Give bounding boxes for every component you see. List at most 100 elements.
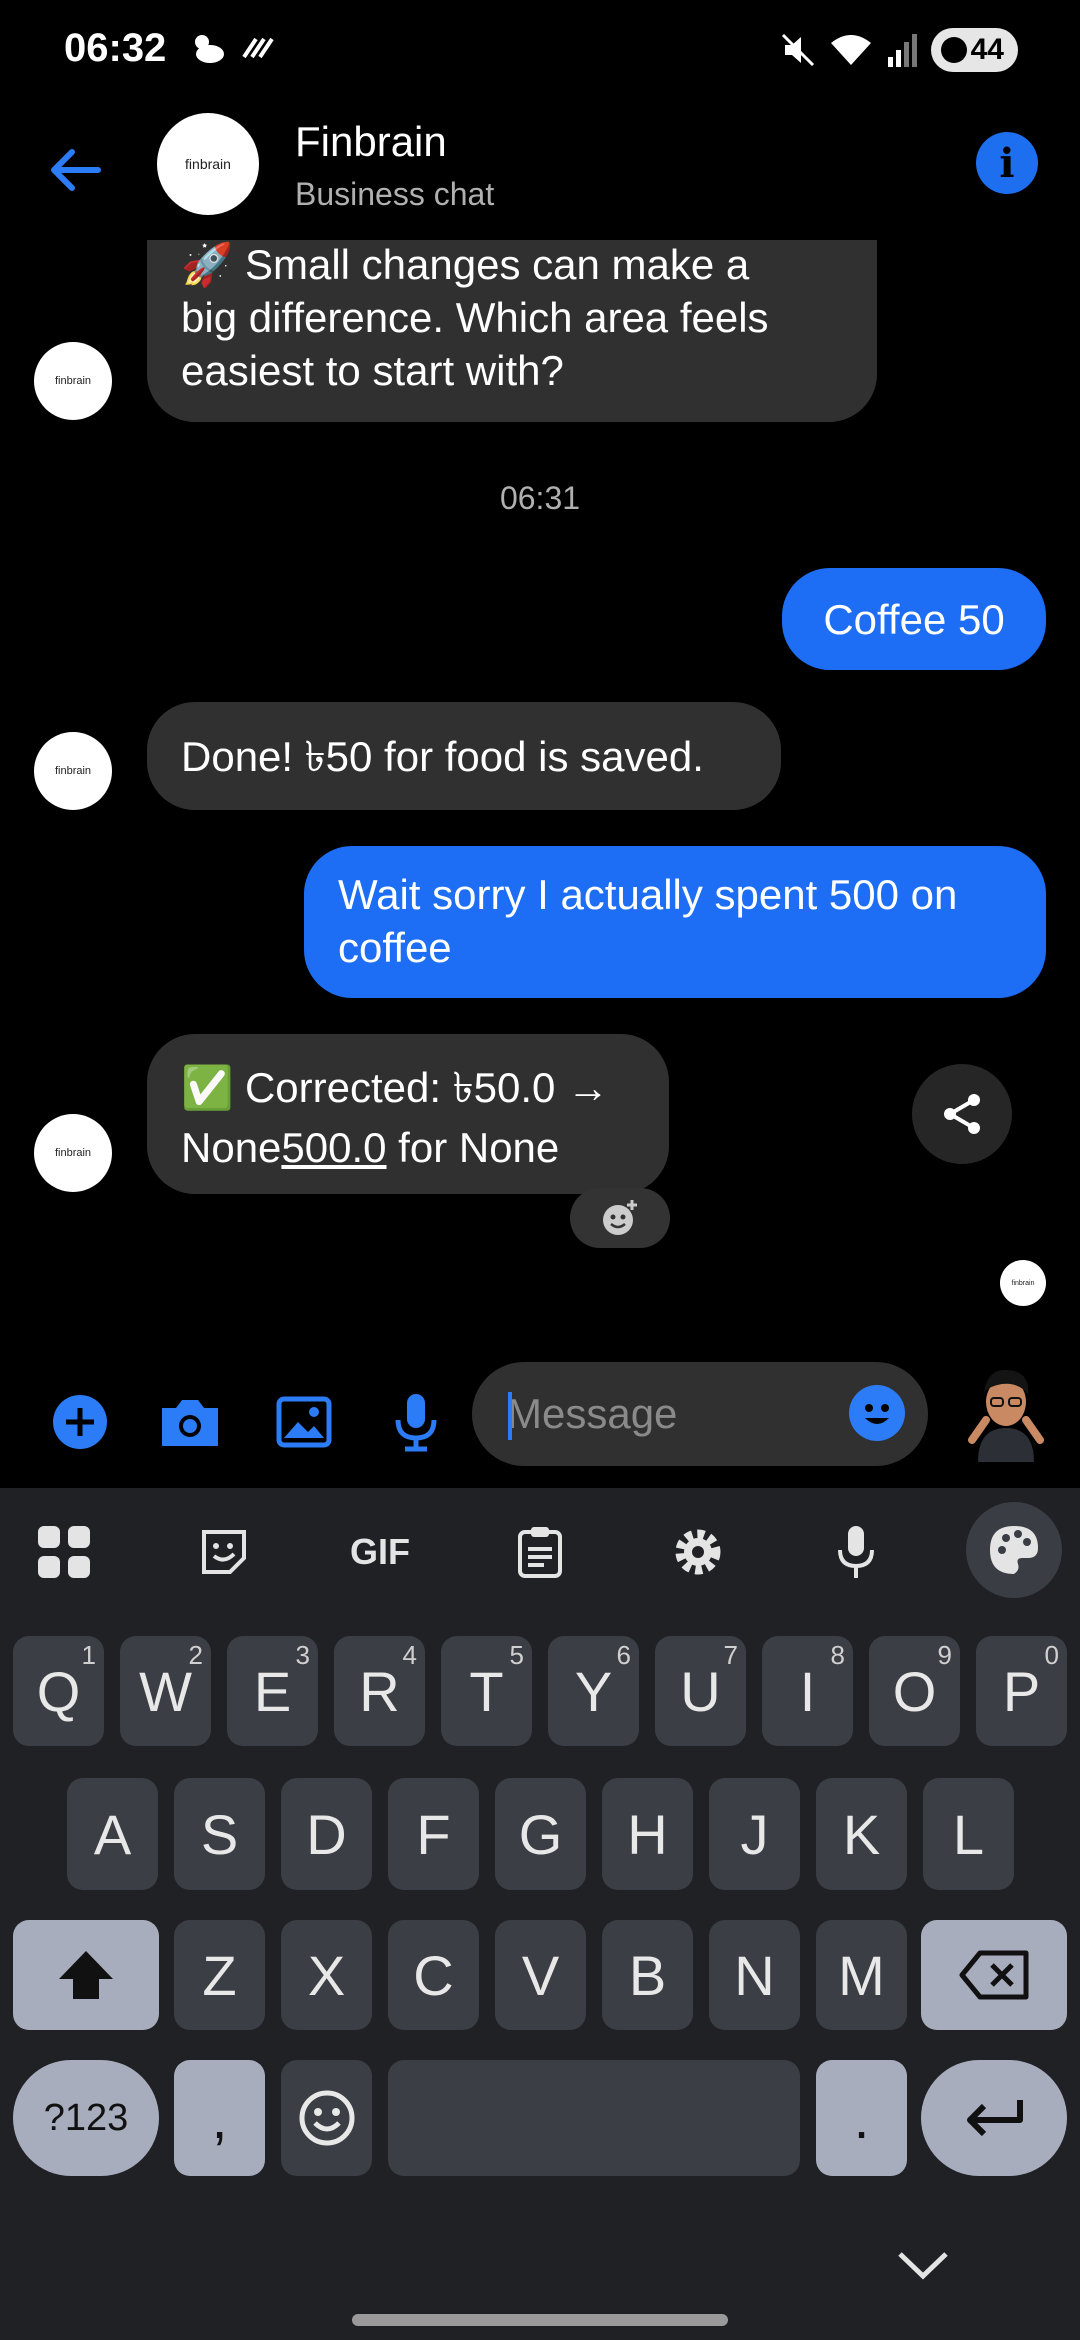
on-screen-keyboard: GIF [0,1488,1080,2340]
comma-key[interactable]: , [174,2060,265,2176]
key-t[interactable]: T5 [441,1636,532,1746]
info-icon: i [999,139,1015,187]
key-q[interactable]: Q1 [13,1636,104,1746]
status-bar: 06:32 44 [0,0,1080,100]
info-button[interactable]: i [976,132,1038,194]
key-s[interactable]: S [174,1778,265,1890]
voice-typing-button[interactable] [818,1514,894,1590]
sender-avatar[interactable]: finbrain [34,1114,112,1192]
outgoing-message[interactable]: Wait sorry I actually spent 500 on coffe… [304,846,1046,998]
message-placeholder: Message [507,1390,678,1437]
key-y[interactable]: Y6 [548,1636,639,1746]
text-cursor [508,1392,512,1440]
incoming-message[interactable]: ✅ Corrected: ৳50.0 → None500.0 for None [147,1034,669,1194]
add-button[interactable] [48,1390,112,1454]
key-p[interactable]: P0 [976,1636,1067,1746]
add-reaction-button[interactable] [570,1188,670,1248]
key-w[interactable]: W2 [120,1636,211,1746]
home-indicator[interactable] [352,2314,728,2326]
add-reaction-icon [603,1200,637,1235]
key-i[interactable]: I8 [762,1636,853,1746]
message-timestamp: 06:31 [499,480,581,516]
key-f[interactable]: F [388,1778,479,1890]
symbols-key[interactable]: ?123 [13,2060,159,2176]
key-a[interactable]: A [67,1778,158,1890]
key-b[interactable]: B [602,1920,693,2030]
shift-icon [59,1951,113,1999]
enter-key[interactable] [921,2060,1067,2176]
sticker-icon [202,1530,246,1574]
share-button[interactable] [912,1064,1012,1164]
shift-key[interactable] [13,1920,159,2030]
voice-button[interactable] [384,1390,448,1454]
message-line: coffee [338,924,452,971]
battery-level: 44 [970,33,1004,66]
share-icon [944,1094,980,1134]
chat-subtitle: Business chat [295,176,495,212]
gallery-button[interactable] [272,1390,336,1454]
key-g[interactable]: G [495,1778,586,1890]
status-time: 06:32 [64,26,167,70]
hide-keyboard-icon[interactable] [896,2248,950,2282]
emoji-key[interactable] [281,2060,372,2176]
message-line: big difference. Which area feels [181,294,769,341]
message-line: None500.0 for None [181,1124,560,1171]
gif-button[interactable]: GIF [342,1514,418,1590]
sender-avatar[interactable]: finbrain [34,342,112,420]
message-line: 🚀 Small changes can make a [181,241,750,288]
key-z[interactable]: Z [174,1920,265,2030]
keyboard-toolbar: GIF [0,1488,1080,1616]
plus-circle-icon [53,1395,107,1449]
key-c[interactable]: C [388,1920,479,2030]
period-key[interactable]: . [816,2060,907,2176]
weather-icon [195,35,224,63]
key-d[interactable]: D [281,1778,372,1890]
gear-icon [675,1529,721,1575]
image-icon [276,1396,332,1448]
grid-icon [38,1526,90,1578]
signal-icon [887,34,917,67]
clipboard-button[interactable] [502,1514,578,1590]
data-saver-icon [242,37,274,59]
key-n[interactable]: N [709,1920,800,2030]
backspace-key[interactable] [921,1920,1067,2030]
apps-button[interactable] [26,1514,102,1590]
smiley-icon [299,2090,354,2146]
amount-link[interactable]: 500.0 [281,1124,386,1171]
message-text: Done! ৳50 for food is saved. [181,732,704,780]
key-r[interactable]: R4 [334,1636,425,1746]
key-h[interactable]: H [602,1778,693,1890]
camera-button[interactable] [158,1390,222,1454]
chat-title[interactable]: Finbrain [295,118,447,166]
clipboard-icon [518,1527,562,1578]
chat-header: finbrain Finbrain Business chat i [0,100,1080,240]
key-j[interactable]: J [709,1778,800,1890]
microphone-icon [838,1526,874,1578]
key-e[interactable]: E3 [227,1636,318,1746]
key-o[interactable]: O9 [869,1636,960,1746]
sender-avatar[interactable]: finbrain [34,732,112,810]
key-l[interactable]: L [923,1778,1014,1890]
key-x[interactable]: X [281,1920,372,2030]
emoji-icon[interactable] [848,1384,906,1442]
sticker-button[interactable] [186,1514,262,1590]
read-receipt-avatar: finbrain [1000,1260,1046,1306]
incoming-message[interactable]: 🚀 Small changes can make a big differenc… [147,218,877,422]
settings-button[interactable] [660,1514,736,1590]
key-m[interactable]: M [816,1920,907,2030]
back-arrow-icon[interactable] [44,138,108,202]
space-key[interactable] [388,2060,800,2176]
key-u[interactable]: U7 [655,1636,746,1746]
message-line: Wait sorry I actually spent 500 on [338,871,958,918]
battery-indicator: 44 [930,28,1018,72]
key-v[interactable]: V [495,1920,586,2030]
chat-avatar[interactable]: finbrain [157,113,259,215]
avatar-sticker-icon[interactable] [958,1362,1054,1462]
incoming-message[interactable]: Done! ৳50 for food is saved. [147,702,781,810]
message-text: Coffee 50 [823,595,1005,643]
message-line: easiest to start with? [181,347,564,394]
theme-button[interactable] [966,1502,1062,1598]
outgoing-message[interactable]: Coffee 50 [782,568,1046,670]
key-k[interactable]: K [816,1778,907,1890]
camera-icon [162,1400,218,1446]
